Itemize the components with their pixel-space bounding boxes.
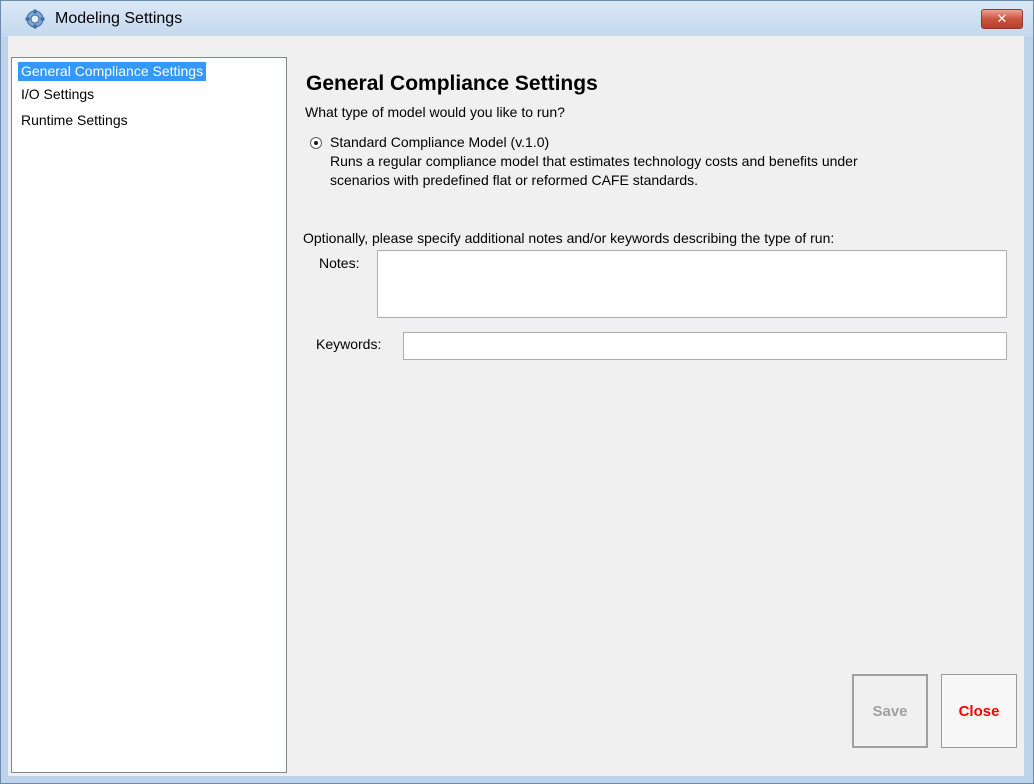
model-description-line2: scenarios with predefined flat or reform… (330, 172, 699, 188)
standard-compliance-model-radio[interactable] (310, 137, 322, 149)
model-description-line1: Runs a regular compliance model that est… (330, 153, 858, 169)
keywords-field[interactable] (403, 332, 1007, 360)
standard-compliance-model-label[interactable]: Standard Compliance Model (v.1.0) (330, 134, 549, 150)
nav-item-general-compliance-settings[interactable]: General Compliance Settings (18, 62, 207, 81)
page-title: General Compliance Settings (306, 72, 598, 95)
notes-prompt: Optionally, please specify additional no… (303, 230, 835, 246)
notes-label: Notes: (319, 255, 360, 271)
save-button[interactable]: Save (852, 674, 928, 748)
title-bar[interactable]: Modeling Settings ✕ (1, 1, 1033, 37)
close-icon: ✕ (996, 11, 1008, 27)
nav-item-io-settings[interactable]: I/O Settings (18, 85, 97, 104)
notes-field[interactable] (377, 250, 1007, 318)
save-button-label: Save (872, 702, 908, 720)
window-close-button[interactable]: ✕ (981, 9, 1023, 29)
close-button[interactable]: Close (941, 674, 1017, 748)
settings-nav-list[interactable]: General Compliance Settings I/O Settings… (11, 57, 287, 773)
keywords-label: Keywords: (316, 336, 382, 352)
close-button-label: Close (958, 702, 1000, 720)
model-type-question: What type of model would you like to run… (305, 104, 565, 120)
window-title: Modeling Settings (55, 10, 183, 27)
nav-item-runtime-settings[interactable]: Runtime Settings (18, 111, 131, 130)
gear-icon (25, 9, 45, 29)
